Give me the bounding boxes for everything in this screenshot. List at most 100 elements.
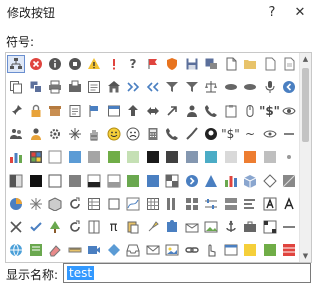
green-block-icon[interactable] xyxy=(124,172,142,190)
pie-chart-icon[interactable] xyxy=(7,195,25,213)
refresh-icon[interactable] xyxy=(66,218,84,236)
photo-icon[interactable] xyxy=(202,218,220,236)
chart-columns-icon[interactable] xyxy=(7,148,25,166)
minus-glyph-icon[interactable] xyxy=(280,125,298,143)
vertical-scrollbar[interactable]: ▲ ▼ xyxy=(299,53,311,262)
grey-square-icon[interactable] xyxy=(85,148,103,166)
chain-link-icon[interactable] xyxy=(183,241,201,259)
save-all-icon[interactable] xyxy=(27,78,45,96)
green-square-icon[interactable] xyxy=(105,148,123,166)
fax-icon[interactable] xyxy=(66,78,84,96)
pi-glyph-icon[interactable]: π xyxy=(105,218,123,236)
pushpin-icon[interactable] xyxy=(7,102,25,120)
cancel-circle-icon[interactable] xyxy=(27,55,45,73)
tools-icon[interactable] xyxy=(241,78,259,96)
dark-square-icon[interactable] xyxy=(163,148,181,166)
teal-square-icon[interactable] xyxy=(202,148,220,166)
filter-icon[interactable] xyxy=(163,78,181,96)
left-right-arrow-icon[interactable] xyxy=(144,102,162,120)
anchor-icon[interactable] xyxy=(222,218,240,236)
people-icon[interactable] xyxy=(7,125,25,143)
blue-grey-square-icon[interactable] xyxy=(183,148,201,166)
tree-icon[interactable] xyxy=(46,218,64,236)
form-icon[interactable] xyxy=(85,78,103,96)
notes-icon[interactable] xyxy=(66,102,84,120)
shaded-block-icon[interactable] xyxy=(280,172,298,190)
scroll-thumb[interactable] xyxy=(302,68,309,142)
sticky-note-icon[interactable] xyxy=(27,241,45,259)
question-mark-icon[interactable]: ? xyxy=(124,55,142,73)
mouse-icon[interactable] xyxy=(241,102,259,120)
floppy-disk-icon[interactable] xyxy=(183,55,201,73)
hand-icon[interactable] xyxy=(85,125,103,143)
microphone-icon[interactable] xyxy=(261,78,279,96)
sad-face-icon[interactable] xyxy=(124,125,142,143)
warning-triangle-icon[interactable] xyxy=(85,55,103,73)
save-cloud-icon[interactable] xyxy=(202,55,220,73)
black-rule-icon[interactable] xyxy=(85,172,103,190)
handset-icon[interactable] xyxy=(163,125,181,143)
phone-icon[interactable] xyxy=(202,102,220,120)
color-swatch-icon[interactable] xyxy=(27,148,45,166)
arrows-out-icon[interactable] xyxy=(144,78,162,96)
globe-icon[interactable] xyxy=(7,241,25,259)
lock-icon[interactable] xyxy=(27,102,45,120)
smiley-icon[interactable] xyxy=(105,125,123,143)
calculator-icon[interactable] xyxy=(144,125,162,143)
crossword-icon[interactable] xyxy=(261,218,279,236)
shapes-icon[interactable] xyxy=(222,78,240,96)
cube-icon[interactable] xyxy=(46,195,64,213)
window-icon[interactable] xyxy=(222,241,240,259)
eight-ball-icon[interactable] xyxy=(202,125,220,143)
pyramid-icon[interactable] xyxy=(202,172,220,190)
org-chart-icon[interactable] xyxy=(7,55,25,73)
star-rays-icon[interactable] xyxy=(27,195,45,213)
grey-block-icon[interactable] xyxy=(66,172,84,190)
arrow-right-circle-icon[interactable] xyxy=(183,172,201,190)
users-icon[interactable] xyxy=(183,102,201,120)
paint-brush-icon[interactable] xyxy=(183,125,201,143)
funnel-icon[interactable] xyxy=(183,78,201,96)
blue-square-icon[interactable] xyxy=(66,148,84,166)
horizontal-bars-icon[interactable] xyxy=(241,195,259,213)
white-square-icon[interactable] xyxy=(46,148,64,166)
light-green-square-icon[interactable] xyxy=(124,148,142,166)
inbox-icon[interactable] xyxy=(124,241,142,259)
image-frame-icon[interactable] xyxy=(163,241,181,259)
yellow-note-icon[interactable] xyxy=(241,241,259,259)
light-square-icon[interactable] xyxy=(222,148,240,166)
stripe-icon[interactable] xyxy=(280,241,298,259)
orange-square-icon[interactable] xyxy=(241,148,259,166)
copy-files-icon[interactable] xyxy=(7,78,25,96)
arrows-in-icon[interactable] xyxy=(124,78,142,96)
stacked-boxes-icon[interactable] xyxy=(222,195,240,213)
video-clip-icon[interactable] xyxy=(85,241,103,259)
eye-outline-icon[interactable] xyxy=(261,125,279,143)
close-button[interactable]: ✕ xyxy=(290,2,310,22)
blue-block-icon[interactable] xyxy=(144,172,162,190)
green-note-icon[interactable] xyxy=(261,241,279,259)
diagonal-arrow-icon[interactable] xyxy=(163,102,181,120)
home-icon[interactable] xyxy=(105,78,123,96)
mail-icon[interactable] xyxy=(144,241,162,259)
three-d-box-icon[interactable] xyxy=(241,172,259,190)
new-page-icon[interactable] xyxy=(222,55,240,73)
flag-icon[interactable] xyxy=(85,102,103,120)
printer-icon[interactable] xyxy=(46,78,64,96)
eraser-icon[interactable] xyxy=(46,241,64,259)
snowflake-icon[interactable] xyxy=(66,125,84,143)
display-name-input[interactable]: test xyxy=(63,263,311,283)
info-circle-icon[interactable] xyxy=(46,55,64,73)
briefcase-icon[interactable] xyxy=(241,218,259,236)
priority-flag-icon[interactable] xyxy=(144,55,162,73)
curve-chart-icon[interactable] xyxy=(124,195,142,213)
scroll-up-icon[interactable]: ▲ xyxy=(300,53,311,65)
close-x-icon[interactable] xyxy=(7,218,25,236)
blank-document-icon[interactable] xyxy=(261,55,279,73)
black-block-icon[interactable] xyxy=(27,172,45,190)
help-button[interactable]: ? xyxy=(262,2,282,22)
gear-plate-icon[interactable] xyxy=(46,125,64,143)
white-block-icon[interactable] xyxy=(46,172,64,190)
tilde-glyph-icon[interactable]: ~ xyxy=(241,125,259,143)
scroll-down-icon[interactable]: ▼ xyxy=(300,250,311,262)
